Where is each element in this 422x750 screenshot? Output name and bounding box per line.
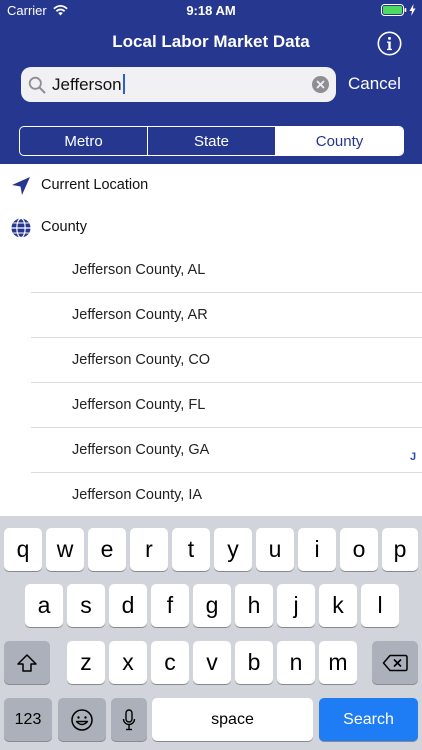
segment-state[interactable]: State <box>147 127 275 155</box>
emoji-key[interactable] <box>58 698 106 741</box>
status-bar: Carrier 9:18 AM <box>0 0 422 22</box>
list-item[interactable]: Jefferson County, AR <box>0 293 422 338</box>
county-name: Jefferson County, AR <box>72 307 208 323</box>
search-icon <box>28 76 46 94</box>
county-name: Jefferson County, AL <box>72 262 206 278</box>
delete-key[interactable] <box>372 641 418 684</box>
text-cursor <box>122 74 125 94</box>
key-k[interactable]: k <box>319 584 357 627</box>
county-section-header: County <box>0 206 422 248</box>
dictation-key[interactable] <box>111 698 147 741</box>
keyboard: q w e r t y u i o p a s d f g h j k l z … <box>0 516 422 750</box>
page-title: Local Labor Market Data <box>112 32 310 51</box>
key-j[interactable]: j <box>277 584 315 627</box>
clear-icon[interactable] <box>312 76 329 93</box>
key-e[interactable]: e <box>88 528 126 571</box>
key-g[interactable]: g <box>193 584 231 627</box>
microphone-icon <box>122 708 136 730</box>
status-time: 9:18 AM <box>186 3 236 18</box>
county-name: Jefferson County, IA <box>72 487 203 503</box>
current-location-label: Current Location <box>41 177 149 193</box>
search-key[interactable]: Search <box>319 698 418 741</box>
key-q[interactable]: q <box>4 528 42 571</box>
key-p[interactable]: p <box>382 528 418 571</box>
current-location-row[interactable]: Current Location <box>0 164 422 206</box>
key-b[interactable]: b <box>235 641 273 684</box>
location-arrow-icon <box>12 177 30 195</box>
globe-icon <box>11 217 31 239</box>
county-header-label: County <box>41 219 87 235</box>
key-l[interactable]: l <box>361 584 399 627</box>
numbers-key[interactable]: 123 <box>4 698 52 741</box>
county-name: Jefferson County, GA <box>72 442 210 458</box>
shift-icon <box>17 653 37 672</box>
list-item[interactable]: Jefferson County, AL <box>0 248 422 293</box>
key-h[interactable]: h <box>235 584 273 627</box>
key-t[interactable]: t <box>172 528 210 571</box>
key-i[interactable]: i <box>298 528 336 571</box>
charging-icon <box>409 4 416 16</box>
key-m[interactable]: m <box>319 641 357 684</box>
key-a[interactable]: a <box>25 584 63 627</box>
segment-metro[interactable]: Metro <box>20 127 147 155</box>
key-d[interactable]: d <box>109 584 147 627</box>
search-field[interactable]: Jefferson <box>21 67 336 102</box>
key-r[interactable]: r <box>130 528 168 571</box>
section-index-j[interactable]: J <box>410 451 416 463</box>
segment-county[interactable]: County <box>275 127 403 155</box>
county-name: Jefferson County, CO <box>72 352 211 368</box>
space-key[interactable]: space <box>152 698 313 741</box>
battery-indicator <box>381 4 416 16</box>
search-input-text: Jefferson <box>52 75 122 94</box>
cancel-button[interactable]: Cancel <box>348 74 401 94</box>
key-v[interactable]: v <box>193 641 231 684</box>
app-header: Carrier 9:18 AM Local Labor Market Data <box>0 0 422 164</box>
key-n[interactable]: n <box>277 641 315 684</box>
results-list: Current Location County Jefferson County… <box>0 164 422 516</box>
info-icon[interactable] <box>377 31 402 56</box>
county-name: Jefferson County, FL <box>72 397 206 413</box>
search-input[interactable]: Jefferson <box>52 74 125 95</box>
key-c[interactable]: c <box>151 641 189 684</box>
key-z[interactable]: z <box>67 641 105 684</box>
battery-icon <box>381 4 407 16</box>
shift-key[interactable] <box>4 641 50 684</box>
key-x[interactable]: x <box>109 641 147 684</box>
key-w[interactable]: w <box>46 528 84 571</box>
key-y[interactable]: y <box>214 528 252 571</box>
key-o[interactable]: o <box>340 528 378 571</box>
key-s[interactable]: s <box>67 584 105 627</box>
emoji-icon <box>71 708 93 731</box>
key-u[interactable]: u <box>256 528 294 571</box>
list-item[interactable]: Jefferson County, CO <box>0 338 422 383</box>
scope-segmented-control: Metro State County <box>19 126 404 156</box>
list-item[interactable]: Jefferson County, FL <box>0 383 422 428</box>
list-item[interactable]: Jefferson County, IA <box>0 473 422 516</box>
key-f[interactable]: f <box>151 584 189 627</box>
list-item[interactable]: Jefferson County, GA <box>0 428 422 473</box>
backspace-icon <box>382 654 408 671</box>
